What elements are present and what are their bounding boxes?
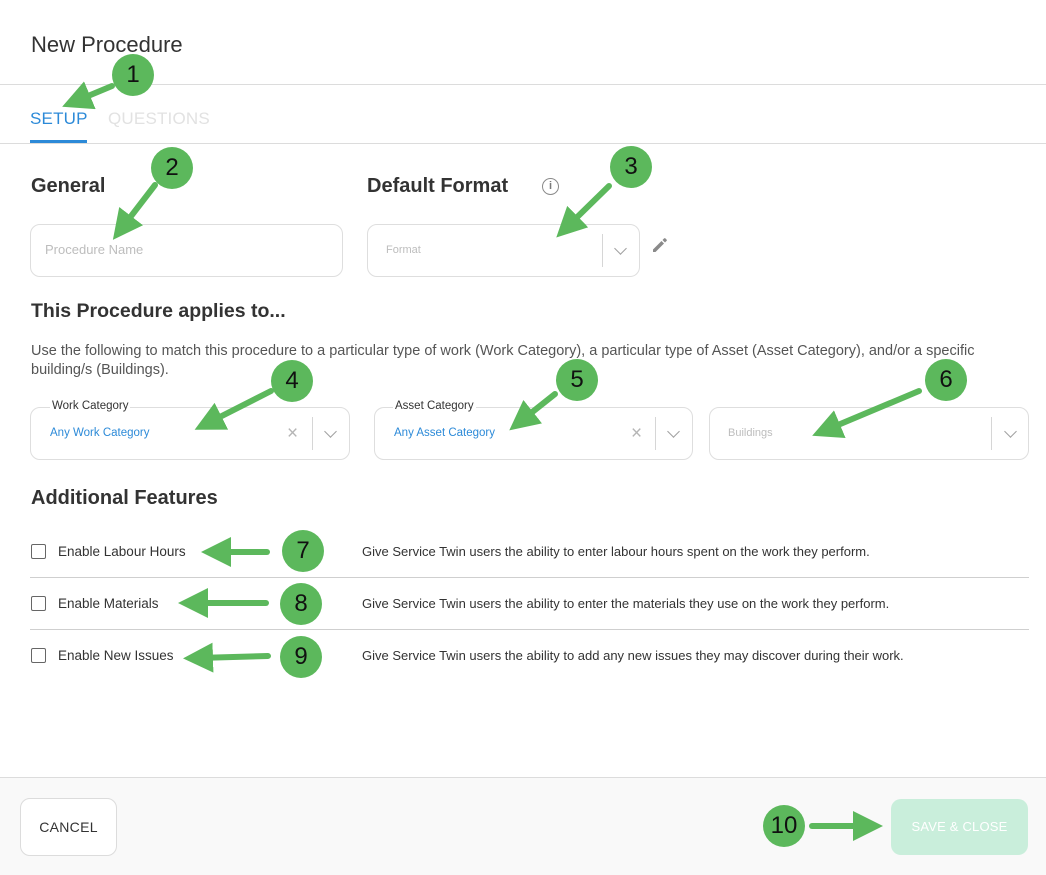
labour-hours-description: Give Service Twin users the ability to e… — [362, 544, 870, 559]
clear-icon[interactable]: × — [631, 424, 642, 443]
applies-description: Use the following to match this procedur… — [31, 343, 975, 378]
new-issues-checkbox[interactable] — [31, 648, 46, 663]
buildings-select[interactable]: Buildings — [709, 407, 1029, 460]
annotation-badge-10: 10 — [763, 805, 805, 847]
arrow-2 — [112, 182, 158, 240]
annotation-badge-3: 3 — [610, 146, 652, 188]
annotation-badge-6: 6 — [925, 359, 967, 401]
pencil-icon[interactable] — [651, 236, 669, 254]
buildings-placeholder: Buildings — [728, 427, 773, 439]
tabs-divider — [0, 143, 1046, 144]
annotation-badge-7: 7 — [282, 530, 324, 572]
save-close-button[interactable]: SAVE & CLOSE — [891, 799, 1028, 855]
tab-questions[interactable]: QUESTIONS — [108, 109, 210, 129]
arrow-3 — [556, 183, 612, 238]
annotation-badge-8: 8 — [280, 583, 322, 625]
procedure-name-placeholder: Procedure Name — [45, 242, 144, 257]
annotation-badge-5: 5 — [556, 359, 598, 401]
materials-label: Enable Materials — [58, 596, 159, 611]
chevron-down-icon[interactable] — [667, 425, 680, 438]
work-category-label: Work Category — [50, 400, 131, 412]
annotation-badge-1: 1 — [112, 54, 154, 96]
clear-icon[interactable]: × — [287, 424, 298, 443]
feature-row-divider — [30, 577, 1029, 578]
work-category-value: Any Work Category — [50, 427, 150, 439]
default-format-heading: Default Format — [367, 175, 509, 197]
work-category-select[interactable]: Work Category Any Work Category × — [30, 400, 350, 460]
cancel-button[interactable]: CANCEL — [20, 798, 117, 856]
work-category-separator — [312, 417, 313, 450]
arrow-1 — [62, 81, 115, 110]
materials-description: Give Service Twin users the ability to e… — [362, 596, 890, 611]
chevron-down-icon[interactable] — [324, 425, 337, 438]
dialog-title: New Procedure — [31, 32, 183, 57]
features-heading: Additional Features — [31, 487, 218, 509]
asset-category-value: Any Asset Category — [394, 427, 495, 439]
format-placeholder: Format — [386, 244, 421, 256]
new-issues-description: Give Service Twin users the ability to a… — [362, 648, 904, 663]
new-issues-label: Enable New Issues — [58, 648, 174, 663]
info-icon[interactable]: i — [542, 178, 559, 195]
procedure-name-input[interactable]: Procedure Name — [30, 224, 343, 277]
labour-hours-checkbox[interactable] — [31, 544, 46, 559]
format-select-separator — [602, 234, 603, 267]
buildings-separator — [991, 417, 992, 450]
applies-heading: This Procedure applies to... — [31, 300, 286, 322]
chevron-down-icon[interactable] — [614, 242, 627, 255]
annotation-badge-4: 4 — [271, 360, 313, 402]
labour-hours-label: Enable Labour Hours — [58, 544, 186, 559]
arrow-9 — [183, 642, 271, 673]
header-divider — [0, 84, 1046, 85]
chevron-down-icon[interactable] — [1004, 425, 1017, 438]
asset-category-separator — [655, 417, 656, 450]
format-select[interactable]: Format — [367, 224, 640, 277]
materials-checkbox[interactable] — [31, 596, 46, 611]
asset-category-select[interactable]: Asset Category Any Asset Category × — [374, 400, 693, 460]
annotation-badge-2: 2 — [151, 147, 193, 189]
asset-category-label: Asset Category — [393, 400, 476, 412]
annotation-badge-9: 9 — [280, 636, 322, 678]
feature-row-divider — [30, 629, 1029, 630]
tab-setup[interactable]: SETUP — [30, 109, 88, 129]
general-heading: General — [31, 175, 106, 197]
dialog-footer — [0, 777, 1046, 875]
